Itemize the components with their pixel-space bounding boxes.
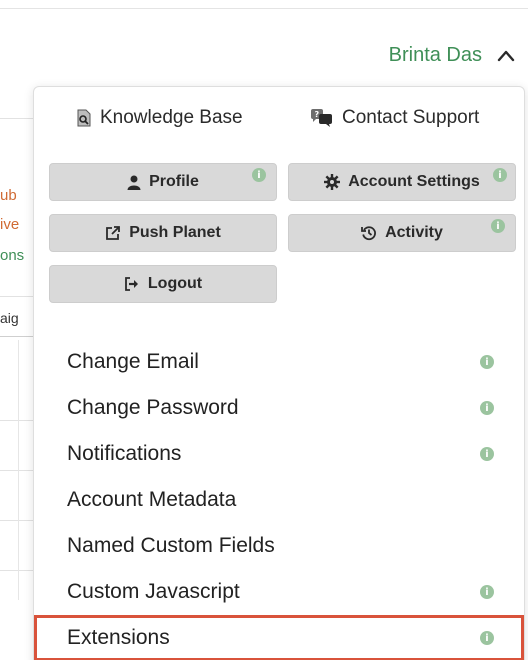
gear-icon [324, 174, 341, 190]
menu-item-change-password[interactable]: Change Password i [34, 385, 524, 431]
user-name: Brinta Das [388, 44, 482, 66]
logout-button[interactable]: Logout [49, 265, 277, 303]
user-menu-toggle[interactable]: Brinta Das [389, 44, 516, 67]
user-icon [127, 175, 141, 190]
bg-divider [0, 470, 34, 471]
knowledge-base-label: Knowledge Base [100, 107, 243, 128]
external-link-icon [106, 226, 121, 240]
profile-button[interactable]: Profile i [49, 163, 277, 201]
chevron-up-icon [497, 50, 515, 61]
top-divider [0, 8, 528, 9]
document-search-icon [77, 109, 91, 127]
settings-list: Change Email i Change Password i Notific… [34, 339, 524, 660]
menu-item-notifications[interactable]: Notifications i [34, 431, 524, 477]
menu-item-extensions[interactable]: Extensions i [34, 615, 524, 660]
bg-fragment-1: ub [0, 187, 17, 204]
bg-divider [0, 520, 34, 521]
bg-divider [0, 570, 34, 571]
menu-item-account-metadata[interactable]: Account Metadata [34, 477, 524, 523]
svg-text:?: ? [315, 110, 320, 119]
menu-item-label: Change Email [67, 350, 199, 373]
bg-divider [0, 118, 34, 119]
menu-item-label: Extensions [67, 626, 170, 649]
account-settings-button[interactable]: Account Settings i [288, 163, 516, 201]
menu-item-custom-javascript[interactable]: Custom Javascript i [34, 569, 524, 615]
bg-divider [0, 420, 34, 421]
info-icon[interactable]: i [480, 631, 494, 645]
bg-column-line [18, 340, 19, 600]
logout-button-label: Logout [147, 275, 203, 292]
contact-support-label: Contact Support [342, 107, 480, 128]
info-icon[interactable]: i [480, 401, 494, 415]
menu-item-label: Custom Javascript [67, 580, 240, 603]
bg-divider [0, 296, 34, 297]
info-icon[interactable]: i [480, 447, 494, 461]
user-dropdown-menu: Knowledge Base ? Contact Support Profile… [33, 86, 525, 660]
bg-fragment-4: aig [0, 310, 19, 326]
knowledge-base-link[interactable]: Knowledge Base [76, 107, 243, 129]
profile-button-label: Profile [149, 173, 199, 190]
info-icon[interactable]: i [480, 585, 494, 599]
account-settings-button-label: Account Settings [348, 173, 480, 190]
info-icon[interactable]: i [252, 168, 266, 182]
info-icon[interactable]: i [480, 355, 494, 369]
activity-button[interactable]: Activity i [288, 214, 516, 252]
bg-fragment-2: ive [0, 216, 20, 233]
menu-item-label: Notifications [67, 442, 182, 465]
menu-item-change-email[interactable]: Change Email i [34, 339, 524, 385]
push-planet-button[interactable]: Push Planet [49, 214, 277, 252]
logout-icon [124, 277, 138, 291]
history-icon [361, 226, 377, 241]
bg-fragment-3: ons [0, 247, 25, 264]
info-icon[interactable]: i [491, 219, 505, 233]
push-planet-button-label: Push Planet [129, 224, 221, 241]
activity-button-label: Activity [385, 224, 443, 241]
menu-item-named-custom-fields[interactable]: Named Custom Fields [34, 523, 524, 569]
contact-support-link[interactable]: ? Contact Support [310, 107, 479, 129]
chat-bubbles-icon: ? [311, 109, 332, 127]
info-icon[interactable]: i [493, 168, 507, 182]
menu-item-label: Account Metadata [67, 488, 237, 511]
menu-item-label: Named Custom Fields [67, 534, 275, 557]
menu-item-label: Change Password [67, 396, 239, 419]
bg-divider [0, 336, 34, 337]
